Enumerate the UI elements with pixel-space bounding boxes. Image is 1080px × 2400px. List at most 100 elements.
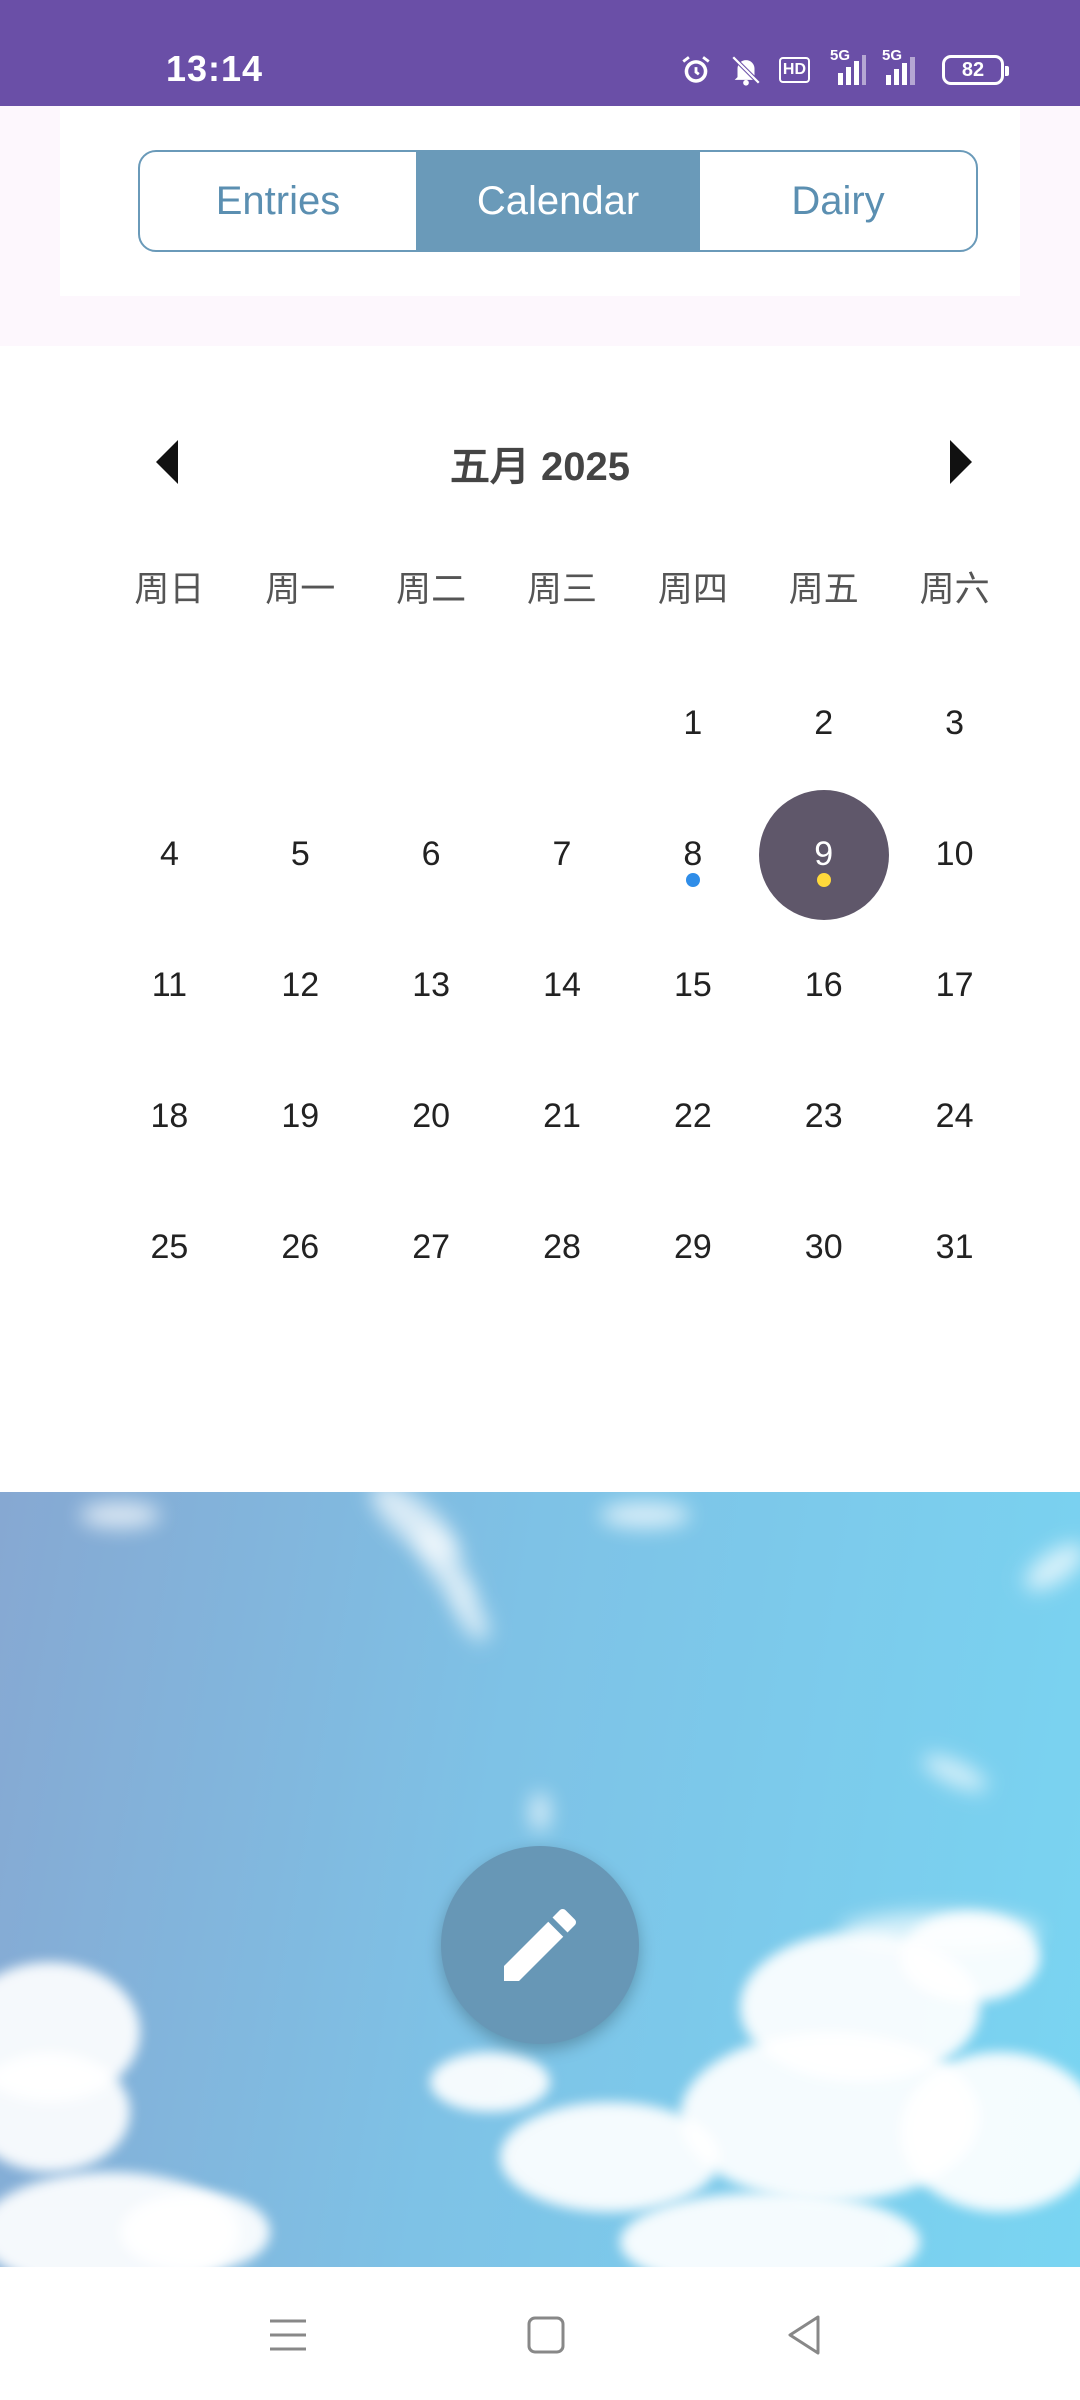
- day-cell[interactable]: 1: [627, 658, 758, 789]
- day-cell[interactable]: 28: [497, 1182, 628, 1313]
- day-number: 29: [673, 1228, 712, 1266]
- hd-badge: HD: [778, 57, 810, 83]
- battery-indicator: 82: [942, 55, 1009, 85]
- day-number: 22: [673, 1097, 712, 1135]
- day-cell[interactable]: 22: [627, 1051, 758, 1182]
- day-number: 10: [935, 835, 974, 873]
- day-number: 12: [281, 966, 320, 1004]
- day-cell[interactable]: 11: [104, 920, 235, 1051]
- day-cell-empty: [235, 658, 366, 789]
- calendar-days-grid: 1 2 3 4 5 6 7 8 9 10 11 12 13 14 15 16 17 18 19 20 21 22 23 24 2…: [104, 658, 1020, 1313]
- new-entry-fab[interactable]: [441, 1846, 639, 2044]
- tab-calendar[interactable]: Calendar: [416, 152, 700, 250]
- day-number: 15: [673, 966, 712, 1004]
- network-label-2: 5G: [882, 47, 903, 64]
- day-number: 27: [412, 1228, 451, 1266]
- day-cell[interactable]: 12: [235, 920, 366, 1051]
- day-number: 2: [814, 704, 834, 742]
- day-number: 7: [552, 835, 572, 873]
- back-triangle-icon: [788, 2315, 820, 2355]
- day-number: 21: [543, 1097, 581, 1135]
- day-cell[interactable]: 15: [627, 920, 758, 1051]
- signal-icon-1: 5G: [826, 47, 866, 87]
- weekday-label: 周六: [919, 570, 990, 609]
- day-number: 24: [935, 1097, 974, 1135]
- day-cell[interactable]: 18: [104, 1051, 235, 1182]
- day-cell[interactable]: 23: [758, 1051, 889, 1182]
- day-cell[interactable]: 6: [366, 789, 497, 920]
- day-cell[interactable]: 31: [889, 1182, 1020, 1313]
- day-cell[interactable]: 16: [758, 920, 889, 1051]
- day-cell-selected[interactable]: 9: [758, 789, 889, 920]
- next-month-button[interactable]: [930, 434, 986, 490]
- square-icon: [527, 2316, 565, 2354]
- day-number: 23: [804, 1097, 843, 1135]
- entry-marker-dot: [816, 873, 831, 887]
- day-number: 5: [290, 835, 310, 873]
- status-time: 13:14: [166, 48, 264, 89]
- entry-marker-dot: [685, 873, 700, 887]
- system-nav-bar: [0, 2267, 1080, 2400]
- status-icons: HD 5G 5G 82: [679, 47, 1009, 90]
- day-cell[interactable]: 5: [235, 789, 366, 920]
- day-number: 13: [412, 966, 451, 1004]
- month-title: 五月 2025: [449, 445, 631, 489]
- day-cell[interactable]: 10: [889, 789, 1020, 920]
- weekday-label: 周日: [134, 570, 205, 609]
- status-bar: 13:14 HD 5G 5G 82: [0, 0, 1080, 106]
- day-number: 9: [814, 835, 834, 873]
- weekday-header: 周日 周一 周二 周三 周四 周五 周六: [104, 560, 1020, 620]
- day-cell[interactable]: 27: [366, 1182, 497, 1313]
- recent-apps-button[interactable]: [258, 2305, 318, 2365]
- day-cell[interactable]: 21: [497, 1051, 628, 1182]
- weekday-label: 周三: [526, 570, 597, 609]
- day-number: 3: [945, 704, 965, 742]
- day-cell[interactable]: 29: [627, 1182, 758, 1313]
- day-number: 28: [543, 1228, 581, 1266]
- day-number: 19: [281, 1097, 320, 1135]
- weekday-label: 周五: [788, 570, 859, 609]
- day-number: 17: [935, 966, 974, 1004]
- network-label-1: 5G: [830, 47, 851, 64]
- home-button[interactable]: [516, 2305, 576, 2365]
- day-number: 4: [159, 835, 179, 873]
- day-number: 6: [421, 835, 441, 873]
- day-cell-empty: [104, 658, 235, 789]
- day-cell[interactable]: 25: [104, 1182, 235, 1313]
- day-number: 1: [683, 704, 703, 742]
- view-tabs: Entries Calendar Dairy: [138, 150, 978, 252]
- month-header: 五月 2025: [0, 420, 1080, 500]
- day-number: 14: [543, 966, 581, 1004]
- day-cell[interactable]: 26: [235, 1182, 366, 1313]
- day-cell[interactable]: 24: [889, 1051, 1020, 1182]
- day-number: 25: [150, 1228, 189, 1266]
- day-cell[interactable]: 14: [497, 920, 628, 1051]
- signal-icon-2: 5G: [882, 47, 926, 87]
- day-cell[interactable]: 2: [758, 658, 889, 789]
- day-cell[interactable]: 19: [235, 1051, 366, 1182]
- tab-entries[interactable]: Entries: [140, 152, 416, 250]
- day-number: 18: [150, 1097, 189, 1135]
- day-cell[interactable]: 7: [497, 789, 628, 920]
- bell-off-icon: [729, 53, 763, 87]
- day-cell[interactable]: 20: [366, 1051, 497, 1182]
- day-cell[interactable]: 8: [627, 789, 758, 920]
- tab-dairy[interactable]: Dairy: [700, 152, 976, 250]
- day-number: 16: [804, 966, 843, 1004]
- day-number: 30: [804, 1228, 843, 1266]
- day-number: 11: [151, 966, 188, 1004]
- day-cell[interactable]: 17: [889, 920, 1020, 1051]
- triangle-right-icon: [950, 440, 972, 484]
- weekday-label: 周一: [265, 570, 336, 609]
- day-number: 8: [683, 835, 703, 873]
- menu-icon: [270, 2319, 306, 2351]
- day-cell[interactable]: 13: [366, 920, 497, 1051]
- day-number: 31: [935, 1228, 974, 1266]
- back-button[interactable]: [774, 2305, 834, 2365]
- day-cell-empty: [497, 658, 628, 789]
- day-cell[interactable]: 4: [104, 789, 235, 920]
- day-cell[interactable]: 3: [889, 658, 1020, 789]
- day-cell-empty: [366, 658, 497, 789]
- day-cell[interactable]: 30: [758, 1182, 889, 1313]
- weekday-label: 周四: [657, 570, 728, 609]
